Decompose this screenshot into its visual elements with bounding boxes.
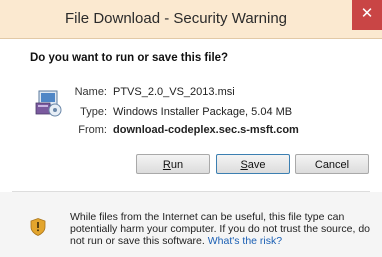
cancel-button[interactable]: Cancel bbox=[295, 154, 369, 174]
file-name-value: PTVS_2.0_VS_2013.msi bbox=[113, 86, 235, 98]
save-accelerator: S bbox=[240, 159, 248, 171]
title-bar[interactable]: File Download - Security Warning ✕ bbox=[0, 0, 382, 39]
run-label: un bbox=[170, 159, 184, 171]
from-label: From: bbox=[78, 124, 107, 136]
file-source-value: download-codeplex.sec.s-msft.com bbox=[113, 124, 299, 136]
security-warning-dialog: File Download - Security Warning ✕ Do yo… bbox=[0, 0, 382, 257]
whats-the-risk-link[interactable]: What's the risk? bbox=[208, 235, 282, 247]
run-accelerator: R bbox=[162, 159, 171, 171]
type-label: Type: bbox=[80, 106, 107, 118]
close-button[interactable]: ✕ bbox=[352, 0, 382, 30]
shield-icon bbox=[30, 218, 46, 236]
name-label: Name: bbox=[74, 86, 107, 98]
warning-text: While files from the Internet can be use… bbox=[70, 211, 370, 247]
save-button[interactable]: Save bbox=[216, 154, 290, 174]
save-label: ave bbox=[247, 159, 266, 171]
window-title: File Download - Security Warning bbox=[64, 10, 288, 27]
file-type-value: Windows Installer Package, 5.04 MB bbox=[113, 106, 293, 118]
dialog-question: Do you want to run or save this file? bbox=[30, 52, 229, 64]
run-button[interactable]: Run bbox=[136, 154, 210, 174]
close-icon: ✕ bbox=[360, 5, 374, 22]
